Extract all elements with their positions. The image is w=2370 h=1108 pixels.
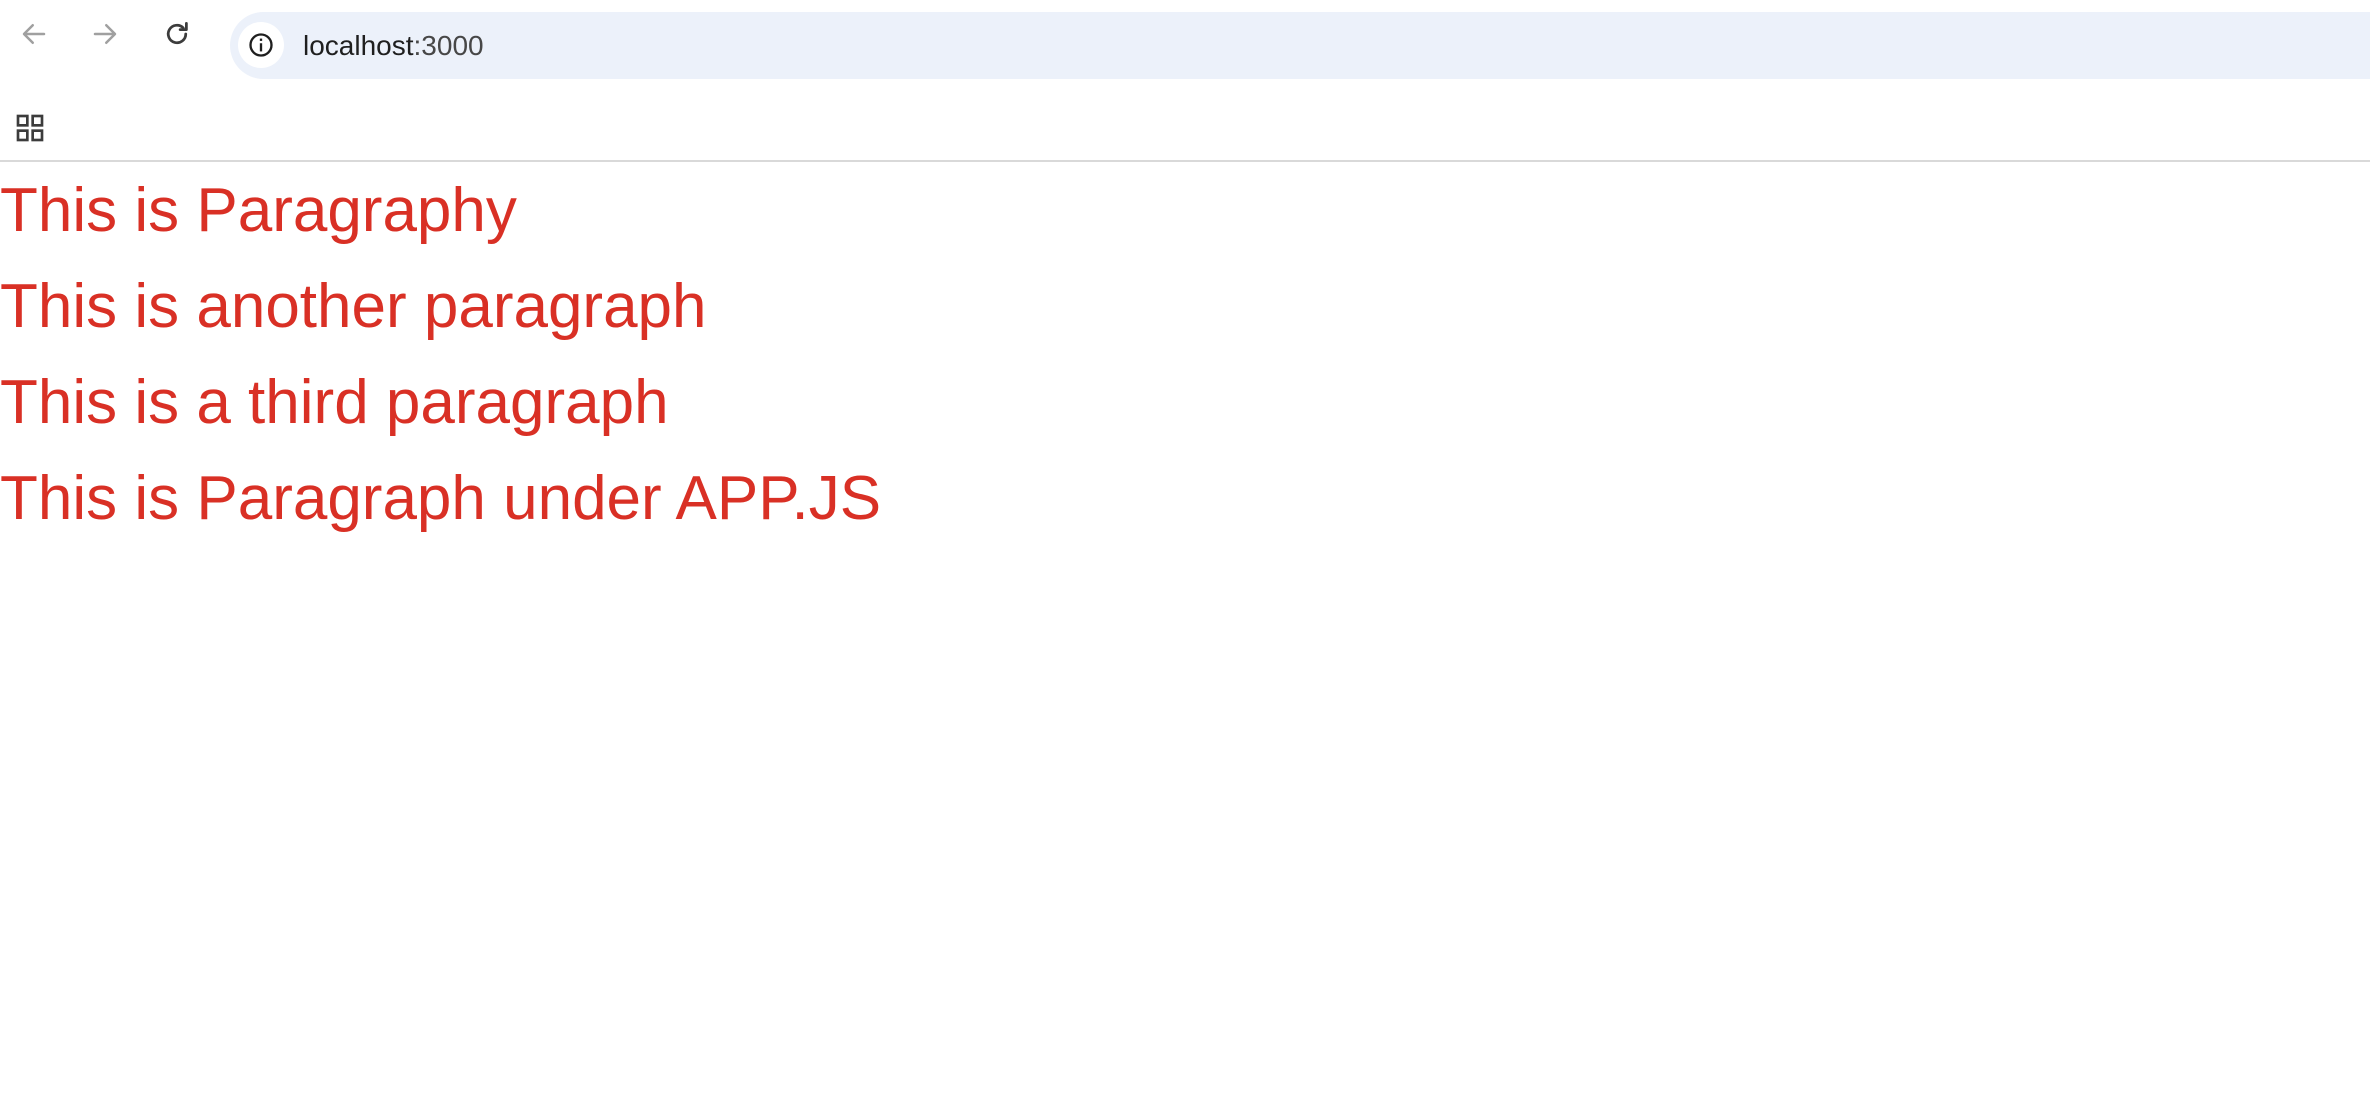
paragraph-4: This is Paragraph under APP.JS [0,464,882,533]
arrow-back-icon [22,24,46,44]
apps-grid-icon [16,114,44,142]
arrow-forward-icon [93,24,117,44]
url-text[interactable]: localhost:3000 [303,12,484,79]
paragraph-1: This is Paragraphy [0,176,517,245]
apps-button[interactable] [10,108,50,148]
bookmarks-bar [0,100,2370,162]
browser-toolbar: localhost:3000 [0,0,2370,92]
url-host: localhost [303,30,414,61]
page-content: This is Paragraphy This is another parag… [0,162,2370,1108]
paragraph-2: This is another paragraph [0,272,707,341]
site-info-button[interactable] [238,22,284,68]
forward-button[interactable] [85,14,125,54]
back-button[interactable] [14,14,54,54]
reload-button[interactable] [157,14,197,54]
info-icon [249,33,273,57]
paragraph-3: This is a third paragraph [0,368,669,437]
reload-icon [166,22,188,45]
address-bar[interactable]: localhost:3000 [230,12,2370,79]
url-port: :3000 [413,30,484,61]
